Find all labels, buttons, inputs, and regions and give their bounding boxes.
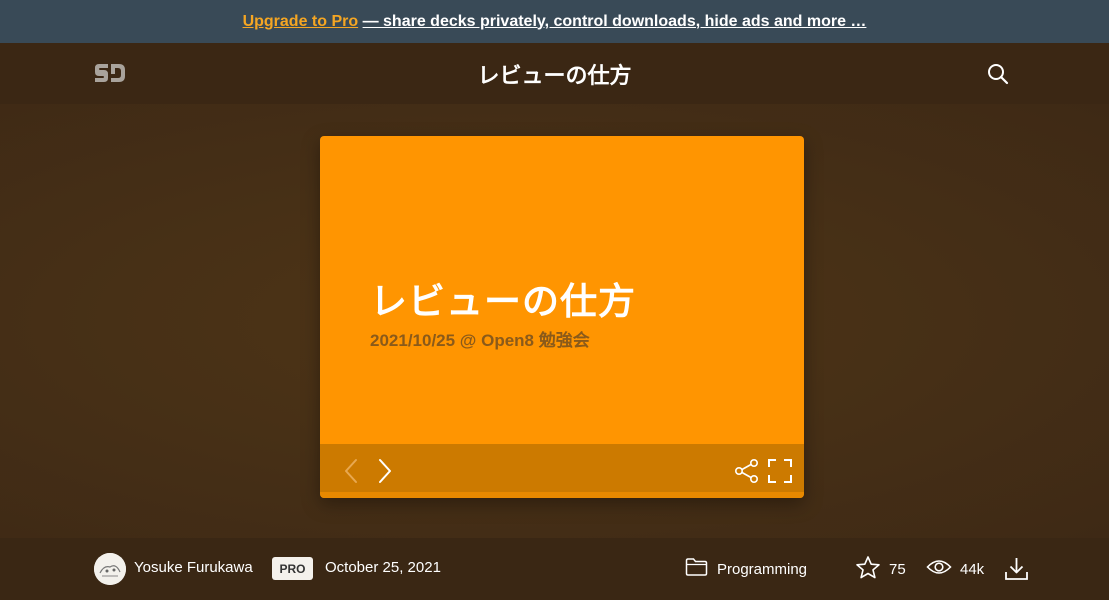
slide-subtitle: 2021/10/25 @ Open8 勉強会: [370, 331, 590, 350]
promo-features-link[interactable]: — share decks privately, control downloa…: [363, 13, 867, 31]
view-count: 44k: [960, 560, 985, 578]
slide-controls: [320, 444, 804, 498]
fullscreen-button[interactable]: [767, 458, 793, 484]
pro-badge: PRO: [272, 557, 313, 580]
speakerdeck-logo[interactable]: [93, 61, 127, 85]
next-icon: [374, 457, 394, 485]
upgrade-to-pro-link[interactable]: Upgrade to Pro: [243, 13, 359, 31]
author-name[interactable]: Yosuke Furukawa: [134, 559, 253, 576]
slide-viewer[interactable]: レビューの仕方 2021/10/25 @ Open8 勉強会: [320, 136, 804, 498]
site-header: レビューの仕方: [0, 43, 1109, 104]
folder-icon: [685, 557, 708, 581]
promo-banner: Upgrade to Pro — share decks privately, …: [0, 0, 1109, 43]
publish-date: October 25, 2021: [325, 559, 441, 576]
star-count: 75: [889, 560, 906, 578]
download-button[interactable]: [1003, 555, 1030, 582]
slide-stage: レビューの仕方 2021/10/25 @ Open8 勉強会: [0, 104, 1109, 538]
deck-footer: Yosuke Furukawa PRO October 25, 2021 Pro…: [0, 538, 1109, 600]
download-icon: [1003, 558, 1030, 586]
share-button[interactable]: [734, 458, 760, 484]
author-avatar[interactable]: [94, 553, 126, 585]
category-label: Programming: [717, 560, 808, 578]
star-icon: [855, 555, 881, 584]
search-button[interactable]: [986, 62, 1010, 86]
eye-icon: [926, 557, 952, 581]
deck-title: レビューの仕方: [477, 62, 632, 88]
slide-title: レビューの仕方: [370, 280, 636, 323]
slide-content: レビューの仕方 2021/10/25 @ Open8 勉強会: [320, 136, 804, 444]
fullscreen-icon: [767, 458, 793, 484]
share-icon: [734, 458, 760, 484]
search-icon: [986, 64, 1010, 90]
star-button[interactable]: 75: [855, 555, 906, 584]
prev-icon: [342, 457, 362, 485]
next-slide-button[interactable]: [374, 457, 394, 485]
previous-slide-button[interactable]: [342, 457, 362, 485]
category-link[interactable]: Programming: [685, 556, 807, 582]
view-count-group: 44k: [926, 556, 984, 582]
